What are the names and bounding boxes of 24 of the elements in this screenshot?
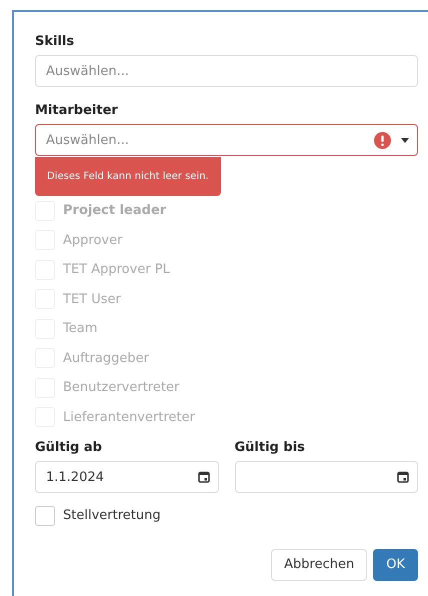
cancel-button[interactable]: Abbrechen <box>271 548 368 580</box>
date-field[interactable] <box>234 461 418 493</box>
error-icon <box>374 132 391 148</box>
caret-icon[interactable] <box>401 138 409 142</box>
field-label: Gültig bis <box>234 440 306 455</box>
checkbox-label: Lieferantenvertreter <box>63 410 195 425</box>
checkbox[interactable] <box>35 506 55 526</box>
calendar-icon[interactable] <box>397 471 409 483</box>
error-tooltip: Dieses Feld kann nicht leer sein. <box>35 157 221 196</box>
checkbox-label: Approver <box>63 232 122 248</box>
checkbox-label: Auftraggeber <box>63 350 149 366</box>
ok-button[interactable]: OK <box>373 548 418 580</box>
field-label: Gültig ab <box>35 440 103 455</box>
checkbox-label: Benutzervertreter <box>63 380 180 396</box>
checkbox-label: TET User <box>63 292 121 307</box>
field-label: Skills <box>35 34 76 49</box>
select-field[interactable]: Auswählen... <box>35 55 418 87</box>
field-label: Mitarbeiter <box>35 103 119 118</box>
checkbox-label: Project leader <box>63 203 166 218</box>
checkbox-label: Team <box>63 321 98 336</box>
checkbox-label: TET Approver PL <box>63 262 170 278</box>
calendar-icon[interactable] <box>198 471 210 483</box>
date-field[interactable]: 1.1.2024 <box>35 461 218 493</box>
checkbox-label: Stellvertretung <box>63 508 161 524</box>
